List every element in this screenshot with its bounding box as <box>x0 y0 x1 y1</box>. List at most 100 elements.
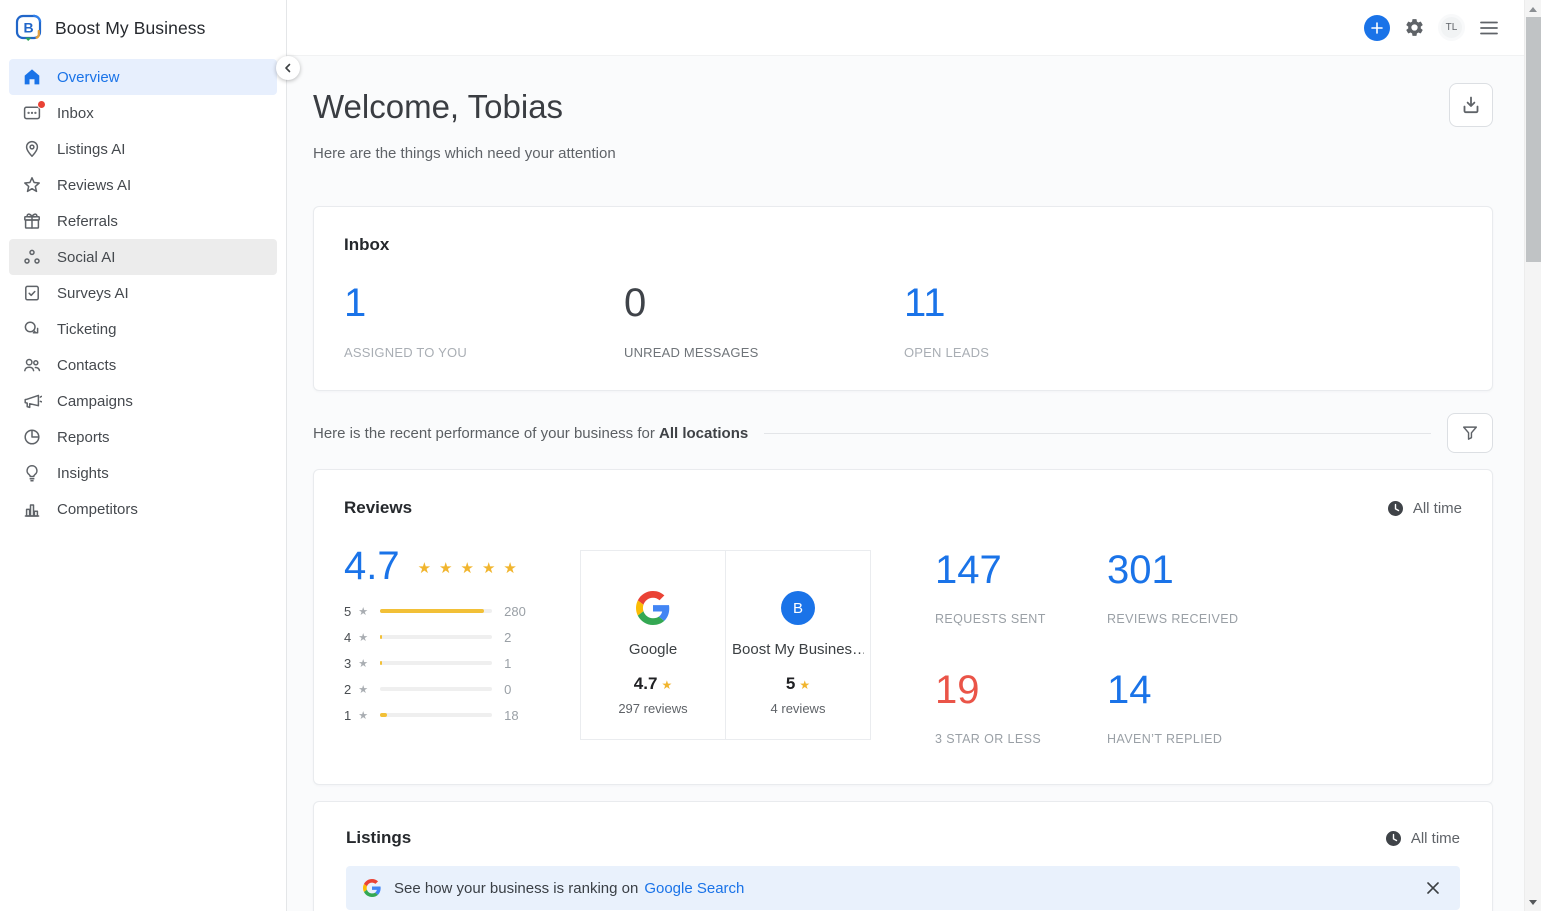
sidebar-item-insights[interactable]: Insights <box>9 455 277 491</box>
inbox-stat-unread-messages[interactable]: 0 UNREAD MESSAGES <box>624 281 904 360</box>
filter-button[interactable] <box>1447 413 1493 453</box>
gear-icon <box>1404 17 1425 38</box>
rating-bar-row-1-star: 1 ★ 18 <box>344 702 580 728</box>
avatar-initials: TL <box>1446 22 1458 33</box>
rating-bar-track <box>380 687 492 691</box>
sidebar-item-ticketing[interactable]: Ticketing <box>9 311 277 347</box>
star-icon: ★ <box>358 605 368 618</box>
performance-row: Here is the recent performance of your b… <box>313 411 1493 455</box>
star-icon: ★ <box>358 657 368 670</box>
ticket-chat-icon <box>22 319 42 339</box>
listings-time-filter[interactable]: All time <box>1385 830 1460 847</box>
chevron-left-icon <box>283 63 293 73</box>
rating-summary: 4.7 ★★★★★ 5 ★ 280 4 ★ 2 3 ★ <box>344 542 580 728</box>
inbox-card-title: Inbox <box>344 235 1462 255</box>
stat-value: 19 <box>935 668 1107 712</box>
star-icon: ★ <box>358 709 368 722</box>
stat-label: 3 STAR OR LESS <box>935 732 1107 746</box>
sidebar-item-label: Insights <box>57 465 109 482</box>
banner-text: See how your business is ranking on <box>394 880 638 897</box>
sidebar-item-reports[interactable]: Reports <box>9 419 277 455</box>
add-button[interactable] <box>1364 15 1390 41</box>
share-nodes-icon <box>22 247 42 267</box>
divider <box>764 433 1431 434</box>
sidebar-item-label: Competitors <box>57 501 138 518</box>
performance-text: Here is the recent performance of your b… <box>313 425 748 442</box>
sidebar-item-competitors[interactable]: Competitors <box>9 491 277 527</box>
sidebar-item-reviews-ai[interactable]: Reviews AI <box>9 167 277 203</box>
reviews-card: Reviews All time 4.7 ★★★★★ <box>313 469 1493 785</box>
main: TL Welcome, Tobias Here are the things w… <box>287 0 1524 911</box>
settings-button[interactable] <box>1401 15 1427 41</box>
app-root: B Boost My Business Overview Inbox Listi… <box>0 0 1541 911</box>
sidebar-item-label: Listings AI <box>57 141 125 158</box>
performance-scope: All locations <box>659 425 748 442</box>
hamburger-icon <box>1480 21 1498 35</box>
reviews-stat-requests-sent[interactable]: 147 REQUESTS SENT <box>935 548 1107 626</box>
stat-label: ASSIGNED TO YOU <box>344 345 624 360</box>
inbox-card: Inbox 1 ASSIGNED TO YOU 0 UNREAD MESSAGE… <box>313 206 1493 391</box>
home-icon <box>22 67 42 87</box>
inbox-stat-open-leads[interactable]: 11 OPEN LEADS <box>904 281 1184 360</box>
star-icon: ★ <box>799 678 810 692</box>
sidebar-item-label: Ticketing <box>57 321 116 338</box>
sidebar-item-overview[interactable]: Overview <box>9 59 277 95</box>
google-g-icon <box>363 879 381 897</box>
reviews-time-filter[interactable]: All time <box>1387 500 1462 517</box>
reviews-stat-reviews-received[interactable]: 301 REVIEWS RECEIVED <box>1107 548 1279 626</box>
review-source-google[interactable]: Google 4.7★ 297 reviews <box>580 550 726 740</box>
download-button[interactable] <box>1449 83 1493 127</box>
sidebar-item-listings-ai[interactable]: Listings AI <box>9 131 277 167</box>
source-rating: 4.7★ <box>634 674 672 694</box>
source-name: Google <box>629 641 677 658</box>
page-subtitle: Here are the things which need your atte… <box>313 145 1493 162</box>
average-rating: 4.7 <box>344 544 400 588</box>
sidebar-item-referrals[interactable]: Referrals <box>9 203 277 239</box>
reviews-stat-haven-t-replied[interactable]: 14 HAVEN’T REPLIED <box>1107 668 1279 746</box>
sidebar-collapse-button[interactable] <box>276 56 300 80</box>
sidebar-item-social-ai[interactable]: Social AI <box>9 239 277 275</box>
scrollbar[interactable] <box>1524 0 1541 911</box>
menu-button[interactable] <box>1476 15 1502 41</box>
sidebar-item-campaigns[interactable]: Campaigns <box>9 383 277 419</box>
rating-bar-track <box>380 609 492 613</box>
sidebar-item-label: Social AI <box>57 249 115 266</box>
sidebar-item-inbox[interactable]: Inbox <box>9 95 277 131</box>
app-title: Boost My Business <box>55 18 206 39</box>
source-review-count: 4 reviews <box>771 701 826 716</box>
review-source-boost-my-busines[interactable]: B Boost My Busines… 5★ 4 reviews <box>725 550 871 740</box>
star-icon: ★ <box>358 683 368 696</box>
banner-link[interactable]: Google Search <box>644 880 744 897</box>
google-logo <box>636 591 670 625</box>
pie-chart-icon <box>22 427 42 447</box>
sidebar-item-label: Reports <box>57 429 110 446</box>
rating-bar-count: 280 <box>504 604 534 619</box>
brand[interactable]: B Boost My Business <box>0 0 286 55</box>
rating-breakdown: 5 ★ 280 4 ★ 2 3 ★ 1 2 ★ <box>344 598 580 728</box>
avatar[interactable]: TL <box>1438 14 1465 41</box>
inbox-stat-assigned-to-you[interactable]: 1 ASSIGNED TO YOU <box>344 281 624 360</box>
rating-bar-fill <box>380 609 484 613</box>
sidebar-item-contacts[interactable]: Contacts <box>9 347 277 383</box>
reviews-stat-3-star-or-less[interactable]: 19 3 STAR OR LESS <box>935 668 1107 746</box>
reviews-time-filter-label: All time <box>1413 500 1462 517</box>
rating-bar-track <box>380 713 492 717</box>
location-pin-icon <box>22 139 42 159</box>
sidebar-item-label: Referrals <box>57 213 118 230</box>
sidebar-item-surveys-ai[interactable]: Surveys AI <box>9 275 277 311</box>
page-title: Welcome, Tobias <box>313 88 1493 126</box>
scrollbar-up-icon[interactable] <box>1525 1 1541 17</box>
rating-bar-stars: 1 <box>344 708 351 723</box>
sidebar-item-label: Inbox <box>57 105 94 122</box>
banner-close-button[interactable] <box>1423 878 1443 898</box>
scrollbar-thumb[interactable] <box>1526 17 1541 262</box>
stat-value: 11 <box>904 281 1184 325</box>
rating-bar-row-3-star: 3 ★ 1 <box>344 650 580 676</box>
scrollbar-down-icon[interactable] <box>1525 894 1541 910</box>
stat-label: OPEN LEADS <box>904 345 1184 360</box>
rating-bar-track <box>380 635 492 639</box>
review-sources: Google 4.7★ 297 reviews B Boost My Busin… <box>580 550 871 740</box>
lightbulb-icon <box>22 463 42 483</box>
rating-bar-row-4-star: 4 ★ 2 <box>344 624 580 650</box>
star-icon <box>22 175 42 195</box>
